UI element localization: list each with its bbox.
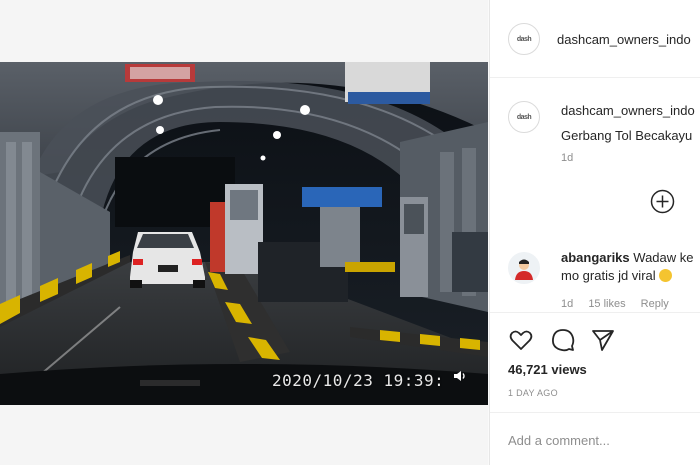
add-comment-bar[interactable]: Add a comment... [490,412,700,465]
comment-meta: 1d 15 likes Reply [561,298,681,310]
post-actions: 46,721 views 1 DAY AGO [490,312,700,406]
share-icon[interactable] [590,327,616,353]
comment-author[interactable]: abangariks [561,250,630,265]
comment-likes[interactable]: 15 likes [588,298,625,310]
post-video[interactable]: 2020/10/23 19:39: [0,62,488,405]
post-header: dash dashcam_owners_indo [490,0,700,78]
commenter-avatar[interactable] [508,252,540,284]
load-more-icon[interactable] [650,189,675,214]
brand-logo-icon: dash [516,35,532,43]
user-icon [515,259,533,280]
caption-author[interactable]: dashcam_owners_indo [561,103,695,118]
view-count[interactable]: 46,721 views [508,362,587,377]
comment-body: abangariks Wadaw ke mo gratis jd viral [561,249,694,285]
post-author[interactable]: dashcam_owners_indo [557,32,691,47]
post-caption: Gerbang Tol Becakayu [561,128,693,143]
comment-icon[interactable] [550,327,576,353]
add-comment-input[interactable]: Add a comment... [508,433,610,448]
laughing-emoji-icon [659,269,673,282]
caption-time: 1d [561,152,574,164]
post-age: 1 DAY AGO [508,388,558,398]
avatar[interactable]: dash [508,23,540,55]
comment-text-line2: mo gratis jd viral [561,268,656,283]
dashcam-scene [0,62,488,405]
reply-button[interactable]: Reply [641,298,669,310]
comment-text-line1: Wadaw ke [633,250,694,265]
video-timestamp: 2020/10/23 19:39: [272,371,445,390]
speaker-icon[interactable] [452,368,468,384]
heart-icon[interactable] [508,327,534,353]
caption-avatar[interactable]: dash [508,101,540,133]
comment-time: 1d [561,298,574,310]
brand-logo-icon: dash [516,113,532,121]
post-sidebar: dash dashcam_owners_indo dash dashcam_ow… [489,0,700,465]
